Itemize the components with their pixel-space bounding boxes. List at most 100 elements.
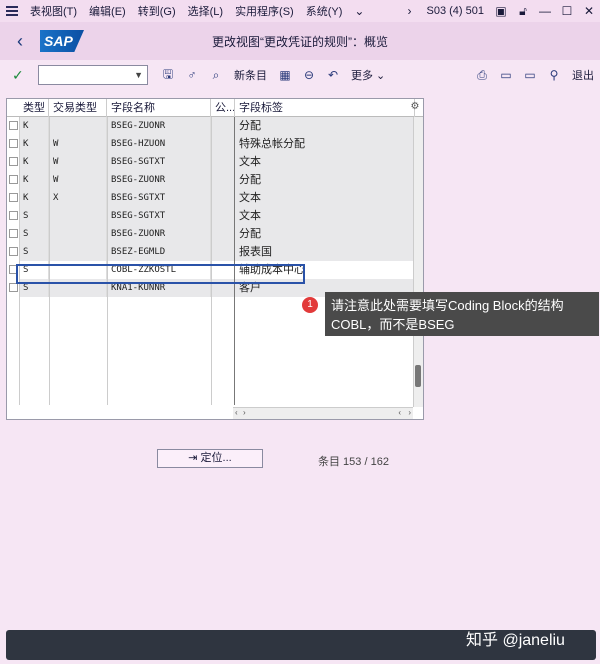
close-icon[interactable]: ✕	[578, 0, 600, 22]
column-divider	[211, 117, 212, 405]
cell-transaction-type[interactable]: W	[49, 135, 107, 153]
checkmark-icon[interactable]: ✓	[12, 67, 32, 84]
col-field-label[interactable]: 字段标签	[235, 99, 415, 117]
scroll-right-icon[interactable]: ›	[243, 408, 246, 417]
menu-item-edit[interactable]: 编辑(E)	[83, 3, 132, 19]
row-select-checkbox[interactable]	[9, 193, 18, 202]
undo-icon[interactable]: ↶	[321, 64, 345, 86]
exit-button[interactable]: 退出	[566, 67, 600, 83]
maximize-icon[interactable]: ☐	[556, 0, 578, 22]
scroll-thumb[interactable]	[415, 365, 421, 387]
menu-hamburger-icon[interactable]	[0, 0, 24, 22]
row-select-checkbox[interactable]	[9, 157, 18, 166]
annotation-badge: 1	[302, 297, 318, 313]
settings-icon[interactable]: ⚲	[542, 64, 566, 86]
cell-transaction-type[interactable]	[49, 225, 107, 243]
more-button[interactable]: 更多 ⌄	[345, 67, 391, 83]
print-icon[interactable]: ⎙	[470, 64, 494, 86]
cell-public[interactable]	[211, 135, 235, 153]
cell-type[interactable]: K	[19, 117, 49, 135]
cell-transaction-type[interactable]: W	[49, 171, 107, 189]
col-public[interactable]: 公...	[211, 99, 235, 117]
delete-icon[interactable]: ⊖	[297, 64, 321, 86]
row-select-checkbox[interactable]	[9, 283, 18, 292]
cell-field-name[interactable]: BSEG-SGTXT	[107, 189, 211, 207]
cell-transaction-type[interactable]: W	[49, 153, 107, 171]
column-divider	[19, 117, 20, 405]
row-select-checkbox[interactable]	[9, 229, 18, 238]
locate-button[interactable]: ⇥ 定位...	[157, 449, 263, 468]
cell-public[interactable]	[211, 153, 235, 171]
cell-field-name[interactable]: BSEG-HZUON	[107, 135, 211, 153]
cell-transaction-type[interactable]: X	[49, 189, 107, 207]
chevron-right-icon[interactable]: ›	[399, 0, 421, 22]
cell-field-label[interactable]: 分配	[235, 171, 415, 189]
chevron-down-icon[interactable]: ⌄	[348, 0, 370, 22]
col-field-name[interactable]: 字段名称	[107, 99, 211, 117]
lock-icon[interactable]: 🔓︎	[512, 0, 534, 22]
save-icon[interactable]: 🖫︎	[156, 64, 180, 86]
col-type[interactable]: 类型	[19, 99, 49, 117]
cell-field-label[interactable]: 分配	[235, 225, 415, 243]
cell-transaction-type[interactable]	[49, 243, 107, 261]
cell-type[interactable]: S	[19, 207, 49, 225]
table-header: 类型 交易类型 字段名称 公... 字段标签 ⚙	[7, 99, 423, 117]
row-select-checkbox[interactable]	[9, 175, 18, 184]
vertical-scrollbar[interactable]	[413, 117, 423, 407]
zoom-icon[interactable]: ⌕	[204, 64, 228, 86]
new-entries-button[interactable]: 新条目	[228, 67, 273, 83]
layout-icon[interactable]: ▣	[490, 0, 512, 22]
cell-field-name[interactable]: BSEG-ZUONR	[107, 171, 211, 189]
command-field[interactable]: ▼	[38, 65, 148, 85]
menu-item-utilities[interactable]: 实用程序(S)	[229, 3, 300, 19]
menu-item-table-view[interactable]: 表视图(T)	[24, 3, 83, 19]
watermark: 知乎 @janeliu	[466, 632, 565, 649]
cell-type[interactable]: K	[19, 171, 49, 189]
menu-item-system[interactable]: 系统(Y)	[300, 3, 349, 19]
cell-type[interactable]: K	[19, 189, 49, 207]
copy-icon[interactable]: ▦	[273, 64, 297, 86]
cell-public[interactable]	[211, 207, 235, 225]
scroll-left-icon[interactable]: ‹	[235, 408, 238, 417]
table-settings-icon[interactable]: ⚙	[409, 101, 421, 113]
cell-field-label[interactable]: 特殊总帐分配	[235, 135, 415, 153]
highlight-box	[16, 264, 305, 284]
row-select-checkbox[interactable]	[9, 211, 18, 220]
scroll-right-icon[interactable]: ›	[408, 408, 411, 417]
row-select-checkbox[interactable]	[9, 247, 18, 256]
col-transaction-type[interactable]: 交易类型	[49, 99, 107, 117]
cell-public[interactable]	[211, 117, 235, 135]
rules-table: 类型 交易类型 字段名称 公... 字段标签 ⚙ K BSEG-ZUONR 分配…	[6, 98, 424, 420]
cell-type[interactable]: S	[19, 243, 49, 261]
cell-field-label[interactable]: 报表国	[235, 243, 415, 261]
cell-type[interactable]: S	[19, 225, 49, 243]
cell-field-name[interactable]: BSEG-SGTXT	[107, 153, 211, 171]
cell-transaction-type[interactable]	[49, 207, 107, 225]
horizontal-scrollbar[interactable]: ‹ › ‹ ›	[233, 407, 413, 419]
cell-transaction-type[interactable]	[49, 117, 107, 135]
row-select-checkbox[interactable]	[9, 139, 18, 148]
cell-field-label[interactable]: 分配	[235, 117, 415, 135]
glasses-icon[interactable]: ♂	[180, 64, 204, 86]
row-select-checkbox[interactable]	[9, 121, 18, 130]
cell-public[interactable]	[211, 225, 235, 243]
cell-field-label[interactable]: 文本	[235, 189, 415, 207]
cell-field-label[interactable]: 文本	[235, 153, 415, 171]
cell-field-name[interactable]: BSEZ-EGMLD	[107, 243, 211, 261]
cell-public[interactable]	[211, 189, 235, 207]
cell-field-name[interactable]: BSEG-ZUONR	[107, 117, 211, 135]
menu-item-goto[interactable]: 转到(G)	[132, 3, 182, 19]
cell-type[interactable]: K	[19, 153, 49, 171]
scroll-left-icon[interactable]: ‹	[398, 408, 401, 417]
window-icon[interactable]: ▭	[494, 64, 518, 86]
system-info: S03 (4) 501	[426, 5, 484, 17]
cell-public[interactable]	[211, 243, 235, 261]
cell-field-name[interactable]: BSEG-SGTXT	[107, 207, 211, 225]
cell-public[interactable]	[211, 171, 235, 189]
minimize-icon[interactable]: —	[534, 0, 556, 22]
layout-icon[interactable]: ▭	[518, 64, 542, 86]
cell-field-label[interactable]: 文本	[235, 207, 415, 225]
cell-field-name[interactable]: BSEG-ZUONR	[107, 225, 211, 243]
cell-type[interactable]: K	[19, 135, 49, 153]
menu-item-select[interactable]: 选择(L)	[182, 3, 229, 19]
